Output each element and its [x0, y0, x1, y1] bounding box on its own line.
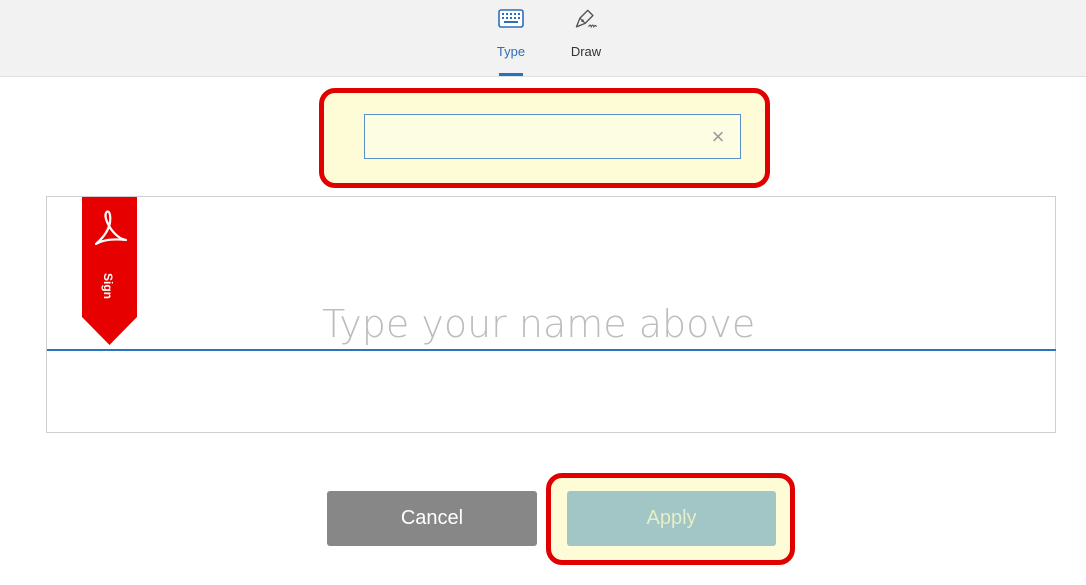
tab-type-label: Type — [496, 44, 526, 59]
apply-button[interactable]: Apply — [567, 491, 776, 546]
tab-draw[interactable]: Draw — [561, 6, 611, 76]
tab-type[interactable]: Type — [486, 6, 536, 76]
pen-draw-icon — [573, 6, 599, 32]
active-tab-indicator — [499, 73, 523, 76]
signature-baseline — [47, 349, 1056, 351]
signature-placeholder: Type your name above — [322, 302, 756, 346]
sign-badge-label: Sign — [101, 273, 115, 299]
name-input[interactable] — [364, 114, 741, 159]
tab-draw-label: Draw — [570, 44, 602, 59]
mode-tab-bar: Type Draw — [0, 0, 1086, 77]
clear-input-icon[interactable]: × — [708, 125, 728, 149]
keyboard-icon — [498, 6, 524, 32]
cancel-button[interactable]: Cancel — [327, 491, 537, 546]
